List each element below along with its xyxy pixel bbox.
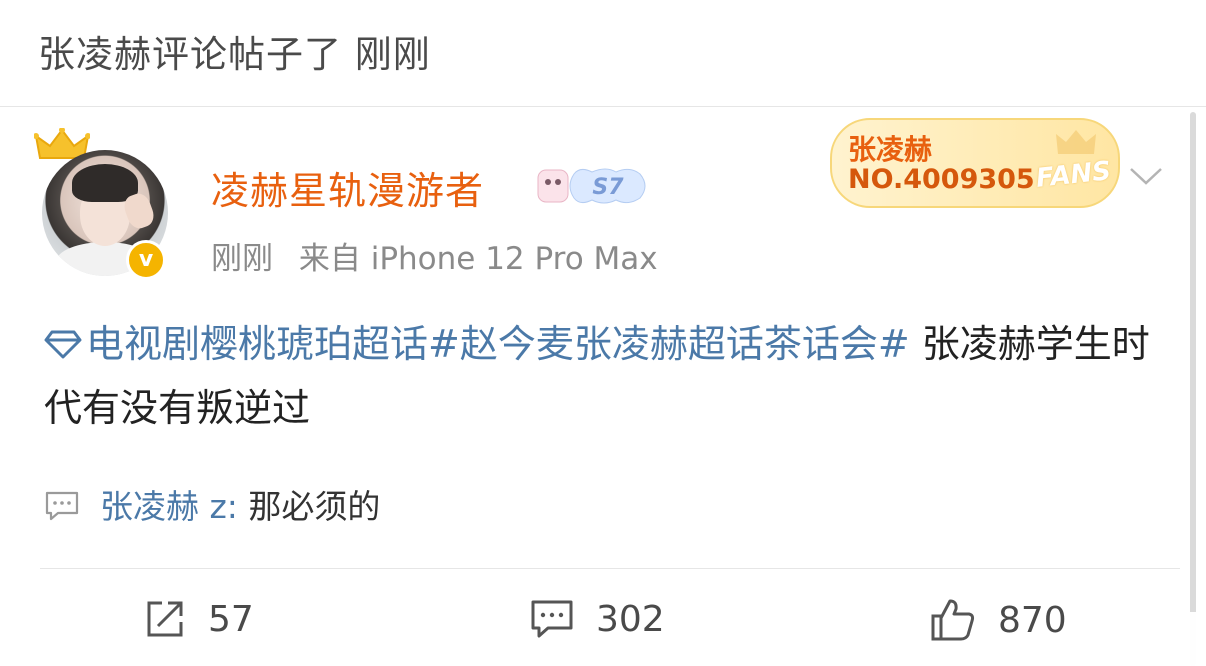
page-title: 张凌赫评论帖子了 刚刚 [38,33,431,76]
like-button[interactable]: 870 [930,598,1067,642]
fans-badge[interactable]: 张凌赫 NO.4009305 FANS [830,118,1120,208]
comment-text: 那必须的 [237,487,381,526]
watermark-overlay [1074,612,1206,666]
comment-button[interactable]: 302 [530,598,665,640]
topic-text[interactable]: 电视剧樱桃琥珀超话#赵今麦张凌赫超话茶话会# [86,322,910,366]
level-badge-label: S7 [592,175,624,200]
thumbs-up-icon [931,599,975,641]
topic-link[interactable]: 电视剧樱桃琥珀超话#赵今麦张凌赫超话茶话会# [44,322,910,366]
header-divider [0,106,1206,107]
super-topic-diamond-icon [44,330,82,359]
fans-badge-label: FANS [1034,156,1113,194]
level-badge-icon[interactable]: S7 [536,166,650,206]
author-name[interactable]: 凌赫星轨漫游者 [211,160,484,215]
comment-user[interactable]: 张凌赫 z: [100,487,238,526]
like-count: 870 [998,599,1067,641]
featured-comment[interactable]: 张凌赫 z: 那必须的 [44,480,380,528]
chevron-down-icon[interactable] [1128,164,1164,188]
repost-button[interactable]: 57 [144,598,254,640]
post-source: 来自 iPhone 12 Pro Max [298,241,658,277]
actions-divider [40,568,1180,569]
post-meta: 刚刚 来自 iPhone 12 Pro Max [211,233,658,278]
comment-icon [531,600,573,638]
post-body: 电视剧樱桃琥珀超话#赵今麦张凌赫超话茶话会# 张凌赫学生时代有没有叛逆过 [44,312,1164,440]
comment-count: 302 [596,598,665,640]
repost-icon [147,601,183,637]
verified-icon: v [126,240,166,280]
post-time: 刚刚 [211,241,273,277]
fans-badge-number: NO.4009305 [848,164,1035,195]
fans-badge-name: 张凌赫 [848,133,933,166]
fans-crown-icon [1056,130,1096,154]
comment-bubble-icon [45,491,79,521]
repost-count: 57 [208,598,254,640]
scrollbar[interactable] [1190,112,1196,666]
